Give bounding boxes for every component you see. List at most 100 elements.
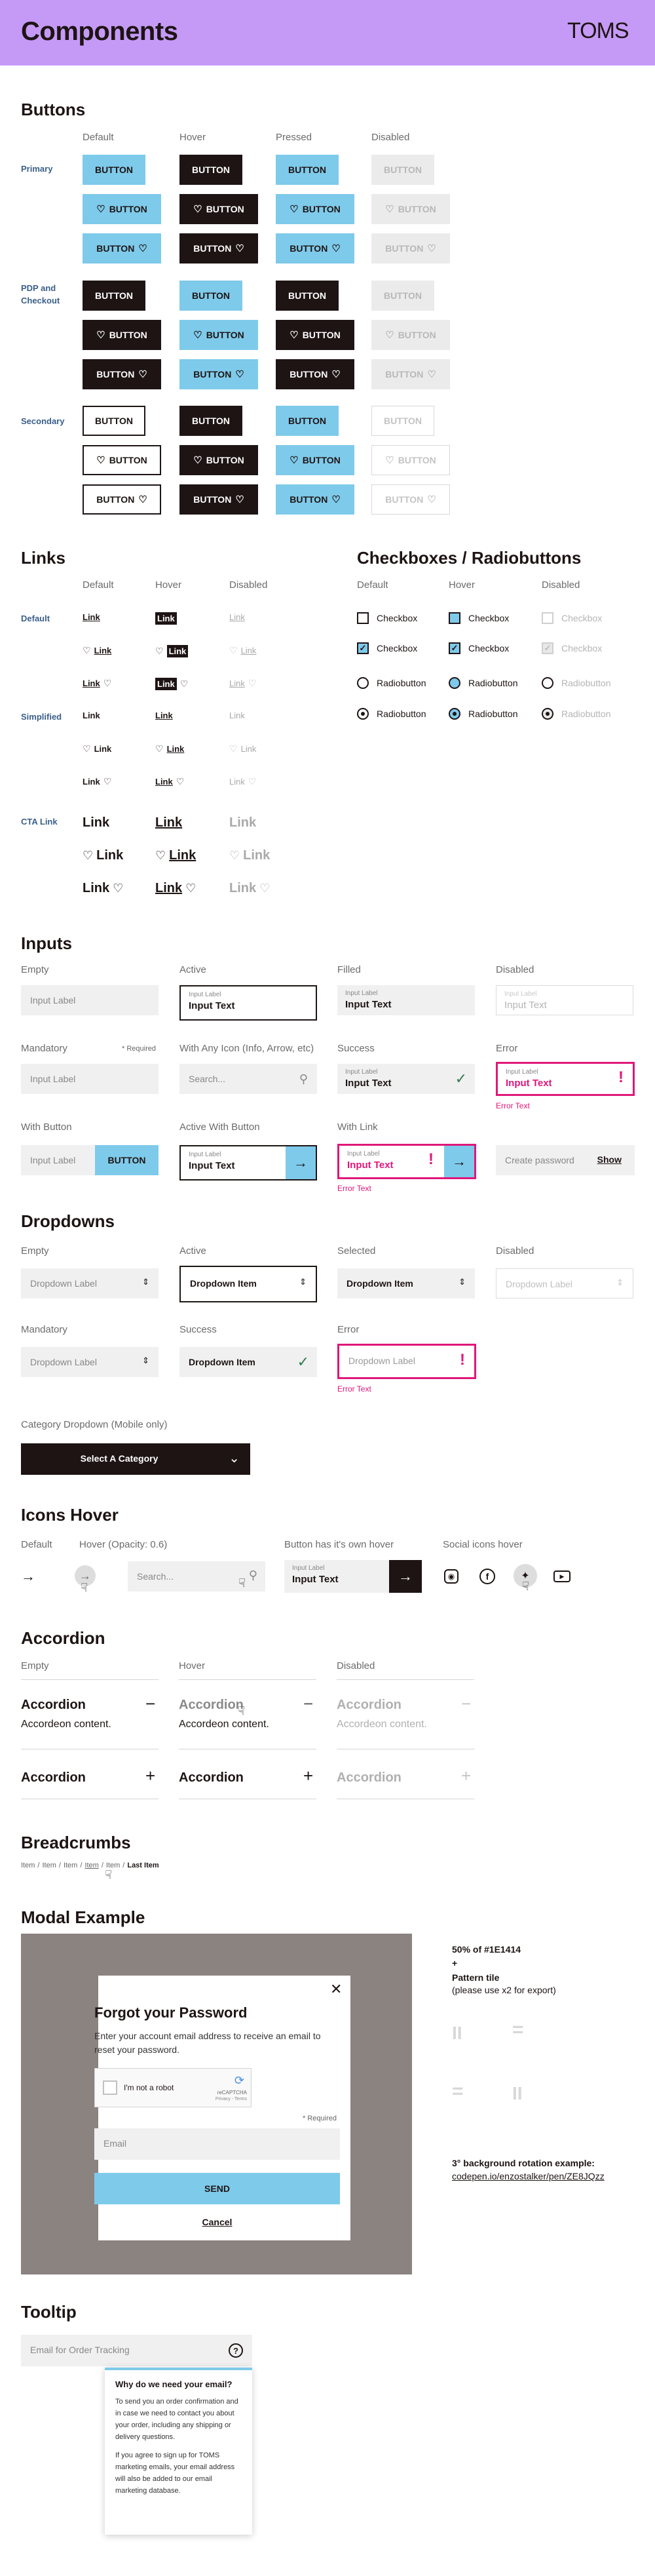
link-sample[interactable]: ♡ Link (155, 743, 184, 754)
link-sample[interactable]: Link ♡ (83, 776, 111, 787)
button-sample[interactable]: ♡ BUTTON (276, 194, 354, 224)
show-password-link[interactable]: Show (597, 1154, 622, 1165)
input-active[interactable]: Input Label Input Text (179, 985, 317, 1021)
link-sample[interactable]: Link ♡ (83, 678, 111, 689)
radiobutton[interactable] (357, 677, 369, 689)
modal-email-input[interactable]: Email (94, 2128, 340, 2160)
button-sample[interactable]: BUTTON ♡ (83, 484, 161, 515)
dropdown-selected[interactable]: Dropdown Item ⇕ (337, 1268, 475, 1298)
input-with-icon[interactable]: Search... ⚲ (179, 1064, 317, 1094)
button-sample[interactable]: ♡ BUTTON (179, 194, 258, 224)
input-active-with-button[interactable]: Input Label Input Text → (179, 1145, 317, 1181)
button-sample[interactable]: BUTTON ♡ (276, 484, 354, 515)
minus-icon[interactable]: − (303, 1694, 313, 1714)
button-sample[interactable]: BUTTON (179, 406, 242, 436)
minus-icon[interactable]: − (145, 1694, 155, 1714)
search-icon[interactable]: ⚲ (249, 1569, 257, 1582)
dropdown-mandatory[interactable]: Dropdown Label ⇕ (21, 1347, 159, 1377)
checkbox[interactable]: ✓ (449, 642, 460, 654)
captcha-checkbox[interactable] (103, 2080, 117, 2095)
accordion-header-closed[interactable]: Accordion (179, 1770, 244, 1786)
checkbox[interactable] (357, 612, 369, 624)
checkbox[interactable]: ✓ (357, 642, 369, 654)
dropdown-success[interactable]: Dropdown Item ✓ (179, 1347, 317, 1377)
accordion-header-open[interactable]: Accordion (21, 1698, 86, 1713)
arrow-right-icon[interactable]: → (286, 1146, 316, 1179)
arrow-right-icon[interactable]: → (444, 1146, 474, 1177)
input-with-link[interactable]: Create password Show (496, 1145, 635, 1175)
input-empty[interactable]: Input Label (21, 985, 159, 1015)
link-sample[interactable]: Link (155, 612, 177, 625)
breadcrumb-item[interactable]: Item (42, 1862, 56, 1869)
link-sample[interactable]: ♡ Link (155, 848, 196, 863)
button-sample[interactable]: BUTTON ♡ (179, 233, 258, 263)
link-sample[interactable]: Link ♡ (155, 776, 184, 787)
link-sample[interactable]: Link (155, 815, 182, 830)
button-sample[interactable]: ♡ BUTTON (83, 320, 161, 350)
button-sample[interactable]: ♡ BUTTON (83, 445, 161, 475)
button-sample[interactable]: BUTTON ♡ (276, 359, 354, 389)
radiobutton[interactable] (449, 677, 460, 689)
button-sample[interactable]: BUTTON ♡ (276, 233, 354, 263)
modal-send-button[interactable]: SEND (94, 2173, 340, 2204)
button-sample[interactable]: BUTTON ♡ (83, 233, 161, 263)
dropdown-error[interactable]: Dropdown Label! (337, 1344, 476, 1379)
button-sample[interactable]: BUTTON ♡ (179, 359, 258, 389)
link-sample[interactable]: ♡ Link (83, 645, 111, 656)
checkbox[interactable] (449, 612, 460, 624)
input-error-with-button[interactable]: Input Label Input Text! → (337, 1144, 476, 1179)
icon-hover-button-input[interactable]: Input Label Input Text → (284, 1560, 422, 1593)
button-sample[interactable]: BUTTON (83, 406, 145, 436)
button-sample[interactable]: BUTTON (276, 281, 339, 311)
link-sample[interactable]: ♡ Link (155, 645, 189, 657)
instagram-icon[interactable]: ◉ (444, 1569, 458, 1584)
input-success[interactable]: Input Label Input Text ✓ (337, 1064, 475, 1094)
button-sample[interactable]: ♡ BUTTON (276, 320, 354, 350)
button-sample[interactable]: ♡ BUTTON (179, 320, 258, 350)
link-sample[interactable]: Link (83, 612, 100, 622)
input-with-button[interactable]: Input Label (21, 1145, 95, 1175)
close-icon[interactable]: ✕ (330, 1981, 342, 1998)
button-sample[interactable]: ♡ BUTTON (83, 194, 161, 224)
button-sample[interactable]: BUTTON ♡ (83, 359, 161, 389)
link-sample[interactable]: Link (83, 711, 100, 720)
link-sample[interactable]: Link (155, 711, 173, 720)
arrow-right-icon[interactable]: → (21, 1568, 35, 1585)
plus-icon[interactable]: + (303, 1766, 313, 1786)
tooltip-email-input[interactable]: Email for Order Tracking? (21, 2335, 252, 2366)
button-sample[interactable]: BUTTON (276, 155, 339, 185)
facebook-icon[interactable]: f (479, 1569, 495, 1584)
modal-cancel-link[interactable]: Cancel (0, 2217, 434, 2227)
dropdown-empty[interactable]: Dropdown Label ⇕ (21, 1268, 159, 1298)
link-sample[interactable]: Link (83, 815, 109, 830)
button-sample[interactable]: ♡ BUTTON (179, 445, 258, 475)
radiobutton[interactable] (449, 708, 460, 720)
button-sample[interactable]: BUTTON ♡ (179, 484, 258, 515)
button-sample[interactable]: ♡ BUTTON (276, 445, 354, 475)
button-sample[interactable]: BUTTON (83, 155, 145, 185)
youtube-icon[interactable]: ▶ (553, 1571, 571, 1582)
accordion-header-hover[interactable]: Accordion (179, 1698, 244, 1713)
search-icon[interactable]: ⚲ (299, 1072, 308, 1086)
breadcrumb-item[interactable]: Item (21, 1862, 35, 1869)
radiobutton[interactable] (357, 708, 369, 720)
button-sample[interactable]: BUTTON (179, 281, 242, 311)
rotation-link[interactable]: codepen.io/enzostalker/pen/ZE8JQzz (452, 2171, 605, 2181)
input-error[interactable]: Input Label Input Text! (496, 1062, 635, 1096)
link-sample[interactable]: Link ♡ (155, 678, 188, 690)
link-sample[interactable]: ♡ Link (83, 743, 111, 754)
link-sample[interactable]: ♡ Link (83, 848, 123, 863)
plus-icon[interactable]: + (145, 1766, 155, 1786)
button-sample[interactable]: BUTTON (83, 281, 145, 311)
button-sample[interactable]: BUTTON (179, 155, 242, 185)
button-sample[interactable]: BUTTON (276, 406, 339, 436)
breadcrumb-item[interactable]: Item (64, 1862, 77, 1869)
input-submit-button[interactable]: BUTTON (95, 1145, 159, 1175)
input-mandatory[interactable]: Input Label (21, 1064, 159, 1094)
input-filled[interactable]: Input Label Input Text (337, 985, 475, 1015)
breadcrumb-item-hover[interactable]: Item (84, 1862, 98, 1869)
link-sample[interactable]: Link ♡ (83, 881, 123, 896)
category-dropdown[interactable]: Select A Category ⌄ (21, 1443, 250, 1475)
link-sample[interactable]: Link ♡ (155, 881, 196, 896)
dropdown-active[interactable]: Dropdown Item ⇕ (179, 1266, 317, 1302)
